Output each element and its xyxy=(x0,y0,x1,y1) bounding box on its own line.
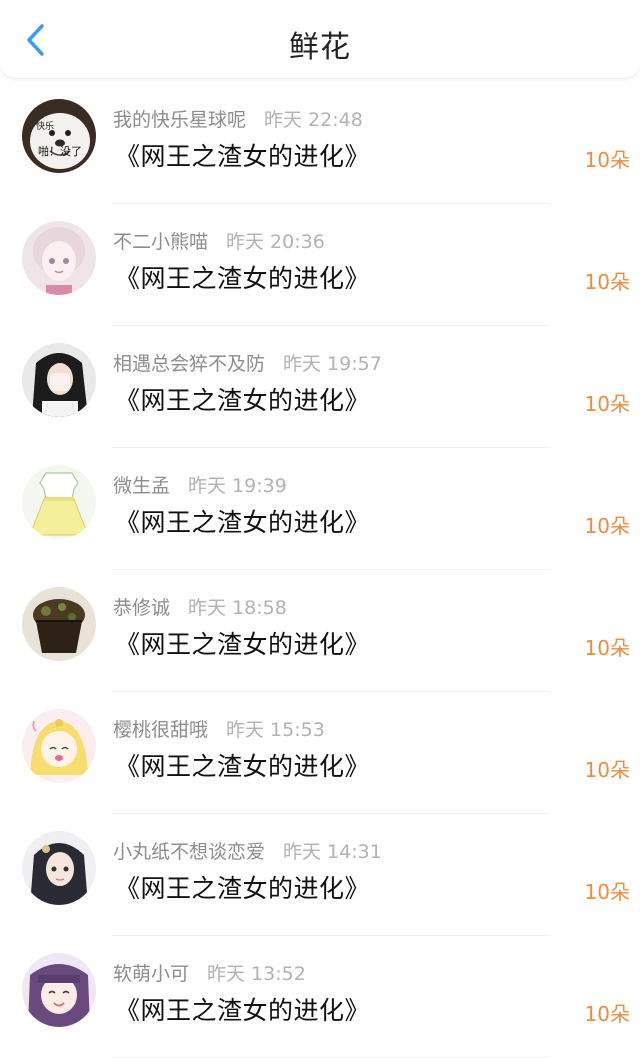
username: 樱桃很甜哦 xyxy=(113,719,209,741)
list-item[interactable]: 小丸纸不想谈恋爱 昨天 14:31 《网王之渣女的进化》 10朵 xyxy=(0,814,640,936)
list-item[interactable]: 不二小熊喵 昨天 20:36 《网王之渣女的进化》 10朵 xyxy=(0,204,640,326)
timestamp: 昨天 13:52 xyxy=(207,963,306,985)
avatar[interactable] xyxy=(22,221,96,295)
username: 小丸纸不想谈恋爱 xyxy=(113,841,266,863)
username: 不二小熊喵 xyxy=(113,231,209,253)
flower-gift-list: 快乐 啪！没了 我的快乐星球呢 昨天 22:48 《网王之渣女的进化》 10朵 不… xyxy=(0,82,640,1058)
book-title: 《网王之渣女的进化》 xyxy=(115,874,371,903)
flower-count: 10朵 xyxy=(584,148,630,172)
flower-count: 10朵 xyxy=(584,758,630,782)
page-title: 鲜花 xyxy=(289,30,351,65)
item-meta: 小丸纸不想谈恋爱 昨天 14:31 xyxy=(113,837,382,864)
book-title: 《网王之渣女的进化》 xyxy=(115,386,371,415)
timestamp: 昨天 18:58 xyxy=(188,597,287,619)
username: 微生孟 xyxy=(113,475,171,497)
timestamp: 昨天 22:48 xyxy=(264,109,363,131)
username: 恭修诚 xyxy=(113,597,171,619)
avatar[interactable] xyxy=(22,343,96,417)
item-meta: 樱桃很甜哦 昨天 15:53 xyxy=(113,715,325,742)
avatar[interactable]: 快乐 啪！没了 xyxy=(22,99,96,173)
avatar[interactable] xyxy=(22,831,96,905)
flower-count: 10朵 xyxy=(584,392,630,416)
flower-count: 10朵 xyxy=(584,1002,630,1026)
list-item[interactable]: 相遇总会猝不及防 昨天 19:57 《网王之渣女的进化》 10朵 xyxy=(0,326,640,448)
flower-count: 10朵 xyxy=(584,880,630,904)
timestamp: 昨天 15:53 xyxy=(226,719,325,741)
list-item[interactable]: 樱桃很甜哦 昨天 15:53 《网王之渣女的进化》 10朵 xyxy=(0,692,640,814)
username: 相遇总会猝不及防 xyxy=(113,353,266,375)
book-title: 《网王之渣女的进化》 xyxy=(115,264,371,293)
avatar[interactable] xyxy=(22,953,96,1027)
username: 软萌小可 xyxy=(113,963,190,985)
list-item[interactable]: 微生孟 昨天 19:39 《网王之渣女的进化》 10朵 xyxy=(0,448,640,570)
flower-count: 10朵 xyxy=(584,636,630,660)
flower-count: 10朵 xyxy=(584,270,630,294)
book-title: 《网王之渣女的进化》 xyxy=(115,508,371,537)
book-title: 《网王之渣女的进化》 xyxy=(115,752,371,781)
list-item[interactable]: 恭修诚 昨天 18:58 《网王之渣女的进化》 10朵 xyxy=(0,570,640,692)
timestamp: 昨天 14:31 xyxy=(283,841,382,863)
avatar[interactable] xyxy=(22,709,96,783)
item-meta: 软萌小可 昨天 13:52 xyxy=(113,959,306,986)
book-title: 《网王之渣女的进化》 xyxy=(115,996,371,1025)
flower-count: 10朵 xyxy=(584,514,630,538)
book-title: 《网王之渣女的进化》 xyxy=(115,630,371,659)
item-meta: 恭修诚 昨天 18:58 xyxy=(113,593,287,620)
avatar[interactable] xyxy=(22,465,96,539)
item-meta: 我的快乐星球呢 昨天 22:48 xyxy=(113,105,363,132)
item-meta: 相遇总会猝不及防 昨天 19:57 xyxy=(113,349,382,376)
avatar-caption: 啪！没了 xyxy=(38,144,82,158)
item-meta: 不二小熊喵 昨天 20:36 xyxy=(113,227,325,254)
top-nav-bar: 鲜花 xyxy=(0,0,640,79)
avatar[interactable] xyxy=(22,587,96,661)
timestamp: 昨天 19:39 xyxy=(188,475,287,497)
timestamp: 昨天 20:36 xyxy=(226,231,325,253)
item-meta: 微生孟 昨天 19:39 xyxy=(113,471,287,498)
username: 我的快乐星球呢 xyxy=(113,109,247,131)
avatar-caption: 快乐 xyxy=(36,120,54,132)
book-title: 《网王之渣女的进化》 xyxy=(115,142,371,171)
list-item[interactable]: 快乐 啪！没了 我的快乐星球呢 昨天 22:48 《网王之渣女的进化》 10朵 xyxy=(0,82,640,204)
list-item[interactable]: 软萌小可 昨天 13:52 《网王之渣女的进化》 10朵 xyxy=(0,936,640,1058)
timestamp: 昨天 19:57 xyxy=(283,353,382,375)
